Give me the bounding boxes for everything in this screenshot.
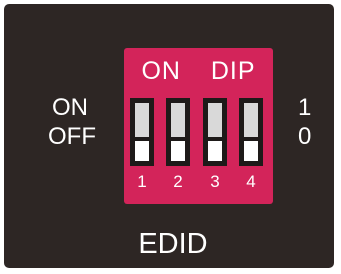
dip-switch-2[interactable] (166, 98, 190, 166)
switch-number-1: 1 (137, 172, 147, 191)
state-one-label: 1 (298, 94, 312, 121)
switch-slider (208, 141, 222, 161)
state-zero-label: 0 (298, 123, 312, 150)
dip-header: ON DIP (124, 57, 273, 86)
switch-number-2: 2 (173, 172, 183, 191)
switch-slider (171, 141, 185, 161)
on-label: ON (52, 94, 88, 121)
switch-number-3: 3 (210, 172, 220, 191)
device-panel: ON OFF ON DIP 1 2 3 4 1 0 EDID (4, 4, 334, 268)
dip-header-on: ON (141, 57, 181, 85)
dip-switch-1[interactable] (130, 98, 154, 166)
switch-slider (135, 141, 149, 161)
switch-slider (244, 141, 258, 161)
dip-switch-3[interactable] (203, 98, 227, 166)
edid-label: EDID (138, 228, 208, 260)
off-label: OFF (48, 123, 96, 150)
dip-header-dip: DIP (210, 57, 256, 85)
switch-number-4: 4 (246, 172, 256, 191)
switch-track (208, 103, 222, 137)
dip-switch-4[interactable] (239, 98, 263, 166)
dip-switch-block: ON DIP 1 2 3 4 (124, 48, 273, 204)
switch-track (135, 103, 149, 137)
switch-track (171, 103, 185, 137)
switch-track (244, 103, 258, 137)
